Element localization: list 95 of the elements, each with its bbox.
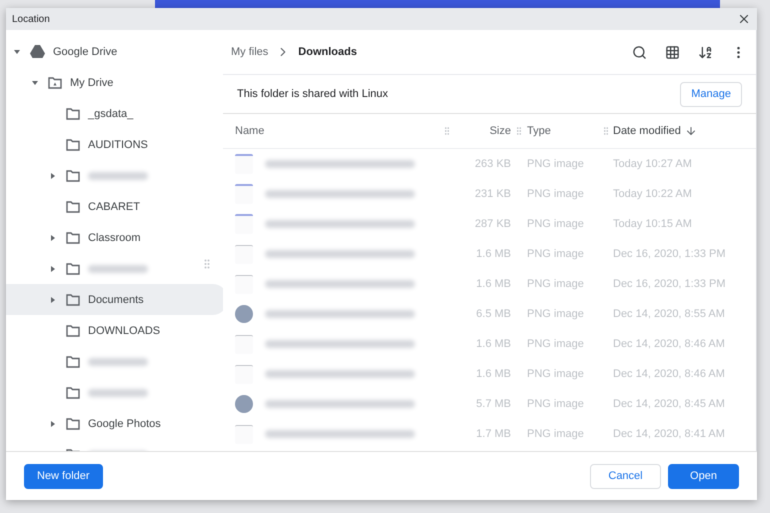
tree-item-label[interactable]: DOWNLOADS	[88, 324, 160, 336]
tree-item[interactable]: Documents	[6, 284, 223, 315]
caret-right-icon[interactable]	[50, 420, 56, 426]
type-cell-text: PNG image	[527, 278, 585, 290]
tree-item-label[interactable]: Google Drive	[53, 46, 118, 58]
file-thumbnail	[235, 184, 253, 204]
date-cell-text: Dec 14, 2020, 8:55 AM	[613, 308, 726, 320]
tree-item[interactable]: CABARET	[6, 191, 223, 222]
type-cell-text: PNG image	[527, 188, 585, 200]
tree-item-label[interactable]: Classroom	[88, 232, 141, 244]
size-cell-text: 1.6 MB	[475, 278, 511, 290]
tree-item-label[interactable]: My Drive	[70, 76, 114, 88]
caret-right-icon[interactable]	[50, 266, 56, 272]
folder-icon	[66, 200, 80, 212]
file-thumbnail	[235, 274, 253, 294]
tree-item-label[interactable]: CABARET	[88, 200, 140, 212]
open-button[interactable]: Open	[668, 464, 739, 488]
column-header[interactable]: Type	[527, 125, 599, 137]
size-cell-text: 231 KB	[474, 188, 511, 200]
search-icon[interactable]	[632, 44, 647, 60]
date-cell-text: Dec 14, 2020, 8:46 AM	[613, 338, 726, 350]
column-header[interactable]: Date modified	[613, 125, 756, 137]
date-cell-text: Today 10:27 AM	[613, 158, 693, 170]
size-cell-text: 1.6 MB	[475, 368, 511, 380]
tree-item[interactable]: DOWNLOADS	[6, 315, 223, 346]
close-icon[interactable]	[737, 12, 751, 26]
tree-item-label[interactable]: _gsdata_	[88, 108, 134, 120]
file-thumbnail	[235, 214, 253, 234]
file-thumbnail	[235, 424, 253, 444]
size-cell-text: 1.6 MB	[475, 248, 511, 260]
photo-thumbnail	[235, 305, 253, 323]
sort-icon[interactable]	[698, 44, 713, 60]
folder-icon	[66, 170, 80, 182]
caret-down-icon[interactable]	[32, 80, 38, 86]
type-cell-text: PNG image	[527, 428, 585, 440]
tree-item[interactable]: AUDITIONS	[6, 129, 223, 160]
drive-folder-icon	[48, 76, 62, 88]
date-cell-text: Dec 16, 2020, 1:33 PM	[613, 248, 727, 260]
banner-text: This folder is shared with Linux	[237, 88, 388, 100]
size-cell-text: 1.6 MB	[475, 338, 511, 350]
folder-icon	[66, 294, 80, 306]
type-cell-text: PNG image	[527, 218, 585, 230]
size-cell-text: 287 KB	[474, 218, 511, 230]
caret-right-icon[interactable]	[50, 234, 56, 240]
tree-item[interactable]: _gsdata_	[6, 98, 223, 129]
folder-icon	[66, 356, 80, 368]
date-cell-text: Today 10:22 AM	[613, 188, 693, 200]
caret-right-icon[interactable]	[50, 296, 56, 302]
grid-view-icon[interactable]	[665, 44, 680, 60]
type-cell-text: PNG image	[527, 308, 585, 320]
drive-icon	[30, 45, 45, 58]
folder-icon	[66, 108, 80, 120]
folder-icon	[66, 324, 80, 336]
tree-item[interactable]: Classroom	[6, 222, 223, 253]
folder-icon	[66, 418, 80, 430]
breadcrumb-link[interactable]: My files	[231, 46, 268, 58]
column-header[interactable]: Size	[455, 125, 511, 137]
breadcrumb-link[interactable]: Downloads	[298, 46, 357, 58]
folder-icon	[66, 138, 80, 150]
window-title: Location	[12, 14, 50, 24]
photo-thumbnail	[235, 395, 253, 413]
size-cell-text: 1.7 MB	[475, 428, 511, 440]
size-cell-text: 6.5 MB	[475, 308, 511, 320]
date-cell-text: Today 10:15 AM	[613, 218, 693, 230]
sort-arrow-icon	[684, 125, 697, 137]
tree-item[interactable]: My Drive	[6, 67, 210, 98]
manage-button[interactable]: Manage	[680, 82, 742, 106]
tree-item[interactable]: Google Drive	[6, 36, 192, 67]
tree-item-label[interactable]: Google Photos	[88, 418, 161, 430]
size-cell-text: 263 KB	[474, 158, 511, 170]
tree-item[interactable]: Google Photos	[6, 408, 223, 439]
type-cell-text: PNG image	[527, 368, 585, 380]
folder-icon	[66, 232, 80, 244]
date-cell-text: Dec 14, 2020, 8:46 AM	[613, 368, 726, 380]
date-cell-text: Dec 16, 2020, 1:33 PM	[613, 278, 727, 290]
caret-right-icon[interactable]	[50, 172, 56, 178]
date-cell-text: Dec 14, 2020, 8:45 AM	[613, 398, 726, 410]
date-cell-text: Dec 14, 2020, 8:41 AM	[613, 428, 726, 440]
new-folder-button[interactable]: New folder	[24, 464, 103, 488]
folder-icon	[66, 262, 80, 274]
folder-icon	[66, 386, 80, 398]
file-thumbnail	[235, 334, 253, 354]
tree-item-label[interactable]: AUDITIONS	[88, 138, 148, 150]
tree-item-label[interactable]: Documents	[88, 294, 144, 306]
type-cell-text: PNG image	[527, 338, 585, 350]
caret-down-icon[interactable]	[14, 48, 20, 54]
file-thumbnail	[235, 364, 253, 384]
column-header[interactable]: Name	[235, 125, 439, 137]
type-cell-text: PNG image	[527, 158, 585, 170]
type-cell-text: PNG image	[527, 248, 585, 260]
type-cell-text: PNG image	[527, 398, 585, 410]
file-thumbnail	[235, 244, 253, 264]
cancel-button[interactable]: Cancel	[590, 464, 661, 488]
file-thumbnail	[235, 154, 253, 174]
size-cell-text: 5.7 MB	[475, 398, 511, 410]
